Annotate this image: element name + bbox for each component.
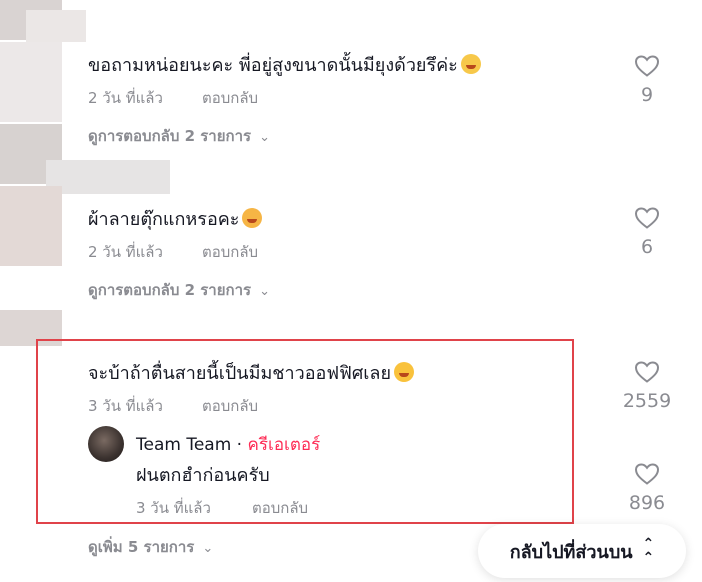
blurred-username (26, 10, 86, 42)
like-count: 9 (640, 84, 654, 106)
like-button[interactable] (627, 462, 667, 486)
like-count: 6 (640, 236, 654, 258)
like-count: 896 (628, 492, 666, 514)
reply-button[interactable]: ตอบกลับ (202, 240, 258, 264)
comment-timestamp: 2 วัน ที่แล้ว (88, 243, 163, 261)
reply-button[interactable]: ตอบกลับ (202, 86, 258, 110)
smiling-face-with-hearts-emoji-icon (242, 208, 263, 228)
like-count: 2559 (622, 390, 672, 412)
comment-timestamp: 2 วัน ที่แล้ว (88, 89, 163, 107)
like-button[interactable] (627, 360, 667, 384)
reply-text: ฝนตกฮำก่อนครับ (136, 465, 270, 486)
reply-author: Team Team · ครีเอเตอร์ (136, 435, 321, 455)
avatar[interactable] (88, 426, 124, 462)
view-replies-button[interactable]: ดูการตอบกลับ 2 รายการ ⌄ (88, 278, 270, 302)
chevron-down-icon: ⌄ (202, 541, 214, 556)
comment-text: จะบ้าถ้าตื่นสายนี้เป็นมีมชาวออฟฟิศเลย (88, 358, 415, 387)
chevron-down-icon: ⌄ (259, 130, 270, 145)
chevron-down-icon: ⌄ (259, 284, 270, 299)
like-button[interactable] (627, 206, 667, 230)
heart-icon (634, 207, 660, 229)
reply-button[interactable]: ตอบกลับ (202, 394, 258, 418)
tears-of-joy-emoji-icon (394, 362, 415, 382)
heart-icon (634, 55, 660, 77)
blurred-avatar (0, 186, 62, 266)
heart-icon (634, 361, 660, 383)
blurred-username (46, 160, 170, 194)
blurred-avatar (0, 42, 62, 122)
comment-text: ผ้าลายตุ๊กแกหรอคะ (88, 204, 263, 233)
like-button[interactable] (627, 54, 667, 78)
reply-button[interactable]: ตอบกลับ (252, 496, 308, 520)
comment-text: ขอถามหน่อยนะคะ พี่อยู่สูงขนาดนั้นมียุงด้… (88, 50, 481, 79)
smiling-face-with-sweat-emoji-icon (460, 54, 481, 74)
creator-badge: ครีเอเตอร์ (247, 435, 321, 455)
back-to-top-button[interactable]: กลับไปที่ส่วนบน ⌃ ⌃ (478, 524, 686, 578)
comment-timestamp: 3 วัน ที่แล้ว (88, 397, 163, 415)
reply-timestamp: 3 วัน ที่แล้ว (136, 499, 211, 517)
view-more-button[interactable]: ดูเพิ่ม 5 รายการ ⌄ (88, 535, 213, 559)
author-name[interactable]: Team Team (136, 435, 231, 455)
double-chevron-up-icon: ⌃ ⌃ (642, 536, 655, 566)
view-replies-button[interactable]: ดูการตอบกลับ 2 รายการ ⌄ (88, 124, 270, 148)
heart-icon (634, 463, 660, 485)
